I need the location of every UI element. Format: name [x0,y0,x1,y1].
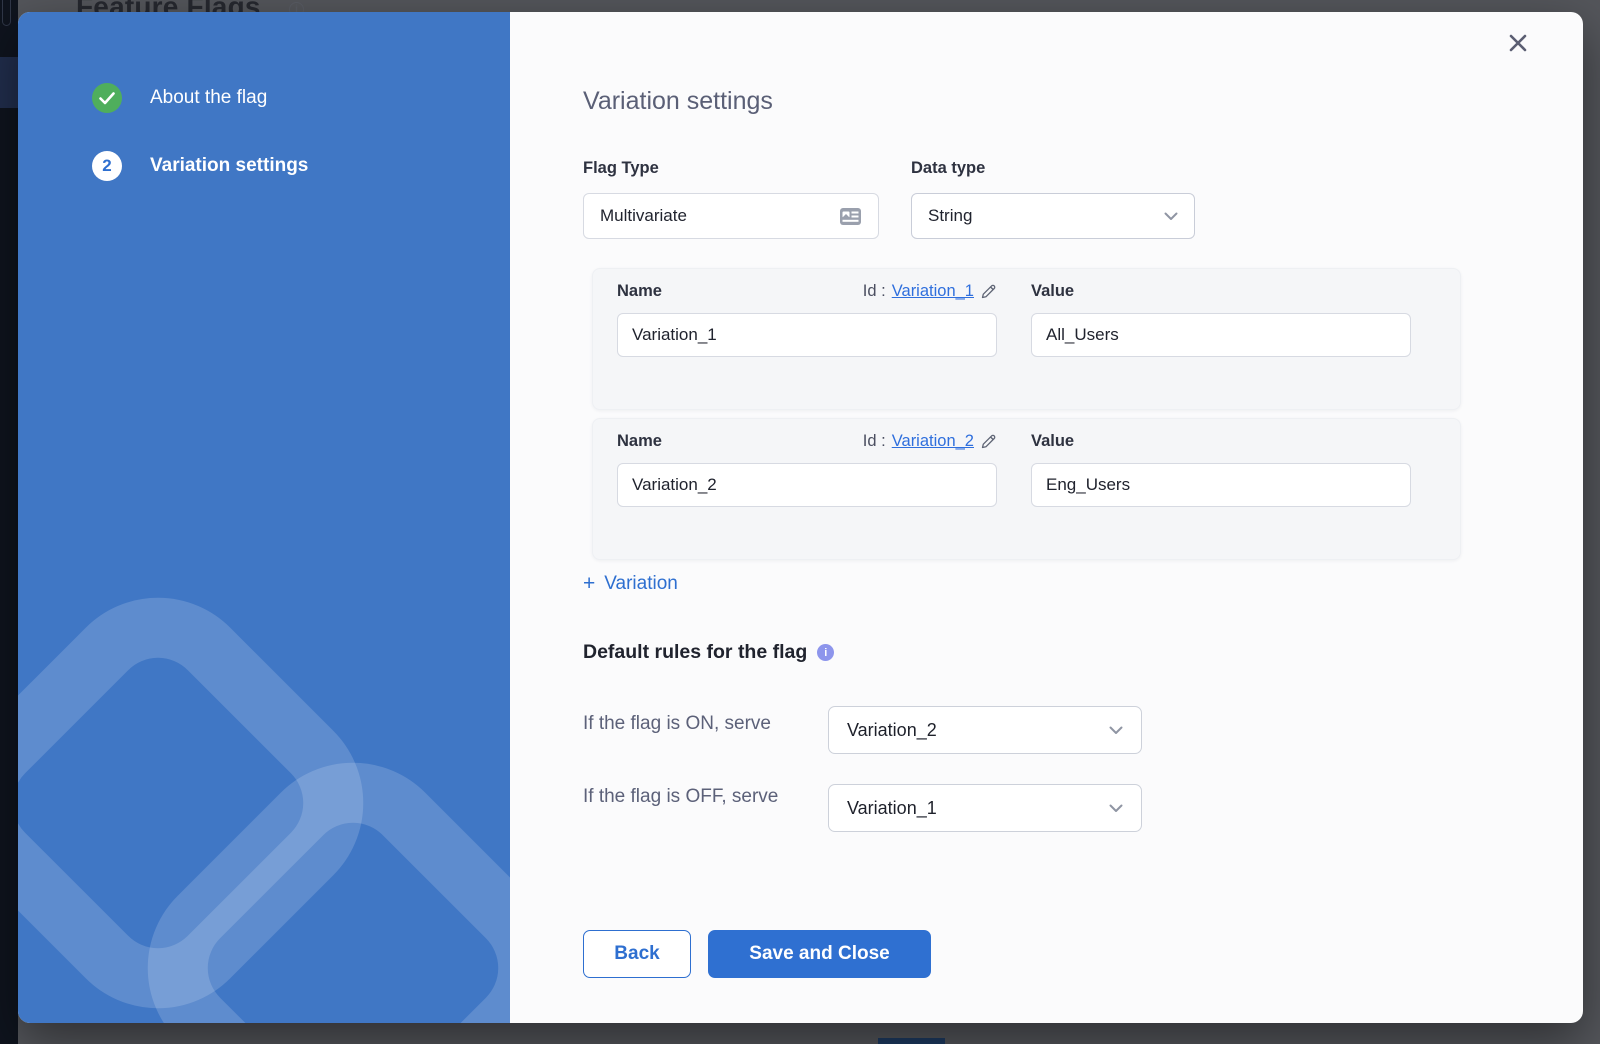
flag-off-label: If the flag is OFF, serve [583,783,818,810]
default-rules-heading-text: Default rules for the flag [583,641,807,664]
background-left-nav [0,0,18,1044]
plus-icon: + [583,572,595,596]
chevron-down-icon [1109,804,1123,813]
flag-on-serve-select[interactable]: Variation_2 [828,706,1142,754]
flag-type-label: Flag Type [583,159,659,178]
add-variation-button[interactable]: + Variation [583,572,678,596]
variation-settings-dialog: About the flag 2 Variation settings Vari… [18,12,1583,1023]
step-about-the-flag[interactable]: About the flag [92,83,267,113]
step-variation-settings[interactable]: 2 Variation settings [92,151,308,181]
nav-selected-item [0,57,18,108]
default-rules-heading: Default rules for the flag i [583,641,834,664]
step-number-badge: 2 [92,151,122,181]
variation-id-row: Id : Variation_2 [617,432,997,451]
close-icon[interactable] [1504,29,1532,57]
dialog-content: Variation settings Flag Type Data type M… [510,12,1583,1023]
flag-on-serve-value: Variation_2 [847,720,937,741]
variation-id-link[interactable]: Variation_2 [892,432,974,451]
page-title: Variation settings [583,87,773,116]
variation-id-link[interactable]: Variation_1 [892,282,974,301]
chevron-down-icon [1109,726,1123,735]
value-label: Value [1031,282,1074,301]
flag-off-serve-select[interactable]: Variation_1 [828,784,1142,832]
flag-off-serve-value: Variation_1 [847,798,937,819]
data-type-value: String [928,206,972,226]
add-variation-label: Variation [604,573,678,595]
variation-card: Name Id : Variation_2 Value Variation_2 … [592,418,1461,560]
variation-name-input[interactable]: Variation_2 [617,463,997,507]
multivariate-card-icon [839,207,862,226]
back-button[interactable]: Back [583,930,691,978]
data-type-label: Data type [911,159,985,178]
flag-type-value: Multivariate [600,206,687,226]
save-and-close-button[interactable]: Save and Close [708,930,931,978]
edit-pencil-icon[interactable] [980,283,997,300]
info-icon[interactable]: i [817,644,834,661]
nav-collapse-button [2,0,11,26]
step-label: About the flag [150,87,267,109]
variation-id-row: Id : Variation_1 [617,282,997,301]
value-label: Value [1031,432,1074,451]
data-type-select[interactable]: String [911,193,1195,239]
step-label: Variation settings [150,155,308,177]
step-complete-check-icon [92,83,122,113]
variation-value-input[interactable]: All_Users [1031,313,1411,357]
id-prefix: Id : [863,432,886,451]
chevron-down-icon [1164,212,1178,221]
variation-value-input[interactable]: Eng_Users [1031,463,1411,507]
edit-pencil-icon[interactable] [980,433,997,450]
id-prefix: Id : [863,282,886,301]
variation-card: Name Id : Variation_1 Value Variation_1 … [592,268,1461,410]
wizard-stepper-panel: About the flag 2 Variation settings [18,12,510,1023]
variation-name-input[interactable]: Variation_1 [617,313,997,357]
background-accent-bar [878,1038,945,1044]
brand-watermark [18,593,510,1023]
flag-on-label: If the flag is ON, serve [583,710,771,737]
flag-type-input[interactable]: Multivariate [583,193,879,239]
